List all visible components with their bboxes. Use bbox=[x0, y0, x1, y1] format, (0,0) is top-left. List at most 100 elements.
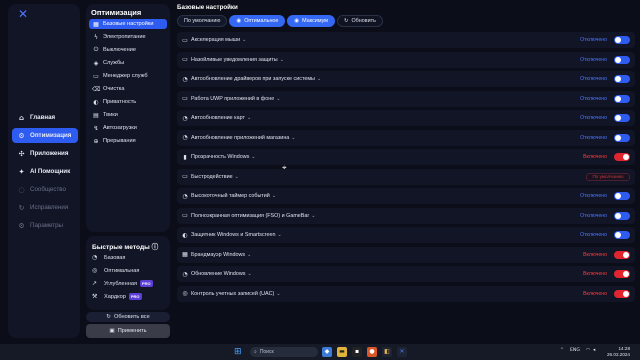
setting-label[interactable]: Полноэкранная оптимизация (FSO) и GameBa… bbox=[191, 213, 315, 219]
nav-item-apps[interactable]: ✣ Приложения bbox=[12, 146, 78, 161]
submenu-item-shutdown[interactable]: ⏻ Выключение bbox=[89, 45, 167, 55]
setting-toggle[interactable] bbox=[614, 231, 630, 239]
setting-row[interactable]: ◎ Контроль учетных записей (UAC) ⌄ Включено bbox=[177, 285, 635, 302]
nav-item-optimization[interactable]: ⚙ Оптимизация bbox=[12, 128, 78, 143]
clock[interactable]: 14:28 26.02.2024 bbox=[600, 346, 630, 358]
nav-item-home[interactable]: ⌂ Главная bbox=[12, 110, 78, 125]
setting-label[interactable]: Защитник Windows и Smartscreen ⌄ bbox=[191, 232, 282, 238]
setting-toggle[interactable] bbox=[614, 36, 630, 44]
setting-row[interactable]: ▭ Акселерация мыши ⌄ Отключено bbox=[177, 32, 635, 48]
nav-item-settings[interactable]: ⚙ Параметры bbox=[12, 218, 78, 233]
setting-toggle[interactable] bbox=[614, 153, 630, 161]
taskbar-app-icon[interactable]: ◆ bbox=[322, 347, 332, 357]
chevron-down-icon[interactable]: ⌄ bbox=[317, 76, 321, 82]
setting-toggle[interactable] bbox=[614, 192, 630, 200]
setting-label[interactable]: Контроль учетных записей (UAC) ⌄ bbox=[191, 291, 281, 297]
quick-method-basic[interactable]: ◔ Базовая bbox=[92, 253, 125, 262]
setting-row[interactable]: ◔ Обновление Windows ⌄ Включено bbox=[177, 266, 635, 282]
submenu-item-service-manager[interactable]: ▭ Менеджер служб bbox=[89, 71, 167, 81]
setting-label[interactable]: Работа UWP приложений в фоне ⌄ bbox=[191, 96, 280, 102]
wifi-icon[interactable]: ◠ bbox=[586, 348, 590, 353]
submenu-item-cleanup[interactable]: ⌫ Очистка bbox=[89, 84, 167, 94]
nav-item-label: Оптимизация bbox=[30, 132, 72, 139]
nav-item-ai-assistant[interactable]: ✦ AI Помощник bbox=[12, 164, 78, 179]
quick-method-hardcore[interactable]: ⚒ Хардкор PRO bbox=[92, 292, 142, 301]
chevron-down-icon[interactable]: ⌄ bbox=[272, 193, 276, 199]
submenu-item-startup[interactable]: ↯ Автозагрузки bbox=[89, 123, 167, 133]
folder-icon[interactable]: ▬ bbox=[337, 347, 347, 357]
tray-chevron-icon[interactable]: ⌃ bbox=[560, 348, 564, 353]
setting-toggle[interactable] bbox=[614, 133, 630, 142]
nav-item-community[interactable]: ◌ Сообщество bbox=[12, 182, 78, 197]
chevron-down-icon[interactable]: ⌄ bbox=[291, 135, 295, 141]
nav-item-fixes[interactable]: ↻ Исправления bbox=[12, 200, 78, 215]
chevron-down-icon[interactable]: ⌄ bbox=[277, 232, 281, 238]
setting-row[interactable]: ◔ Автообновление карт ⌄ Отключено bbox=[177, 110, 635, 126]
setting-toggle[interactable] bbox=[614, 250, 630, 259]
preset-default-button[interactable]: По умолчанию bbox=[177, 15, 228, 27]
setting-row[interactable]: ▭ Быстродействие ⌄ По умолчанию bbox=[177, 168, 635, 185]
chevron-down-icon[interactable]: ⌄ bbox=[276, 291, 280, 297]
setting-label[interactable]: Высокоточный таймер событий ⌄ bbox=[191, 193, 276, 199]
preset-maximum-button[interactable]: ◉ Максимум bbox=[287, 15, 335, 27]
preset-optimal-button[interactable]: ◉ Оптимальное bbox=[229, 15, 286, 27]
chevron-down-icon[interactable]: ⌄ bbox=[251, 154, 255, 160]
submenu-item-privacy[interactable]: ◐ Приватность bbox=[89, 97, 167, 107]
submenu-item-tweaks[interactable]: ▤ Твики bbox=[89, 110, 167, 120]
setting-toggle[interactable] bbox=[614, 211, 630, 220]
chevron-down-icon[interactable]: ⌄ bbox=[242, 37, 246, 43]
setting-row[interactable]: ▭ Работа UWP приложений в фоне ⌄ Отключено bbox=[177, 90, 635, 107]
setting-row[interactable]: ◔ Автообновление приложений магазина ⌄ Откл… bbox=[177, 129, 635, 146]
info-icon[interactable]: ⓘ bbox=[152, 243, 159, 251]
chevron-down-icon[interactable]: ⌄ bbox=[311, 213, 315, 219]
setting-label[interactable]: Быстродействие ⌄ bbox=[191, 174, 239, 180]
windows-start-icon[interactable]: ⊞ bbox=[234, 347, 244, 357]
optimizer-app-icon[interactable]: ✕ bbox=[397, 347, 407, 357]
setting-label[interactable]: Акселерация мыши ⌄ bbox=[191, 37, 246, 43]
setting-toggle[interactable] bbox=[614, 114, 630, 122]
setting-label[interactable]: Автообновление карт ⌄ bbox=[191, 115, 251, 121]
setting-row[interactable]: ▮ Прозрачность Windows ⌄ Включено bbox=[177, 149, 635, 165]
setting-row[interactable]: ◔ Автообновление драйверов при запуске си… bbox=[177, 71, 635, 87]
toggle-knob bbox=[623, 271, 629, 277]
setting-label[interactable]: Брандмауэр Windows ⌄ bbox=[191, 252, 251, 258]
setting-toggle[interactable] bbox=[614, 94, 630, 103]
app-icon[interactable]: ◧ bbox=[382, 347, 392, 357]
volume-icon[interactable]: ◂ bbox=[593, 348, 595, 353]
app-icon[interactable]: ▪ bbox=[352, 347, 362, 357]
setting-toggle[interactable] bbox=[614, 270, 630, 278]
setting-toggle[interactable] bbox=[614, 289, 630, 298]
setting-label[interactable]: Прозрачность Windows ⌄ bbox=[191, 154, 255, 160]
chevron-down-icon[interactable]: ⌄ bbox=[280, 57, 284, 63]
submenu-item-services[interactable]: ◈ Службы bbox=[89, 58, 167, 68]
chevron-down-icon[interactable]: ⌄ bbox=[248, 271, 252, 277]
setting-toggle[interactable] bbox=[614, 55, 630, 64]
apply-button[interactable]: ▣ Применить bbox=[86, 324, 170, 338]
submenu-item-basic-settings[interactable]: ▦ Базовые настройки bbox=[89, 19, 167, 29]
setting-label[interactable]: Назойливые уведомления защиты ⌄ bbox=[191, 57, 284, 63]
taskbar-search[interactable]: ⌕ Поиск bbox=[250, 347, 318, 357]
chevron-down-icon[interactable]: ⌄ bbox=[276, 96, 280, 102]
quick-method-optimal[interactable]: ◎ Оптимальная bbox=[92, 266, 139, 275]
language-indicator[interactable]: ENG bbox=[570, 348, 580, 353]
setting-label[interactable]: Автообновление приложений магазина ⌄ bbox=[191, 135, 296, 141]
chevron-down-icon[interactable]: ⌄ bbox=[235, 174, 239, 180]
chevron-down-icon[interactable]: ⌄ bbox=[247, 252, 251, 258]
setting-row[interactable]: ◔ Высокоточный таймер событий ⌄ Отключено bbox=[177, 188, 635, 204]
setting-row[interactable]: ▭ Назойливые уведомления защиты ⌄ Отключено bbox=[177, 51, 635, 68]
setting-label[interactable]: Автообновление драйверов при запуске сис… bbox=[191, 76, 321, 82]
submenu-item-interrupts[interactable]: ⊕ Прерывания bbox=[89, 136, 167, 146]
left-nav: ✕ ⌂ Главная ⚙ Оптимизация ✣ Приложения ✦… bbox=[8, 4, 80, 338]
submenu-item-power[interactable]: ϟ Электропитание bbox=[89, 32, 167, 42]
app-icon[interactable]: ● bbox=[367, 347, 377, 357]
chevron-down-icon[interactable]: ⌄ bbox=[247, 115, 251, 121]
performance-dropdown[interactable]: По умолчанию bbox=[586, 172, 630, 181]
preset-refresh-button[interactable]: ↻ Обновить bbox=[336, 15, 383, 27]
setting-row[interactable]: ▦ Брандмауэр Windows ⌄ Включено bbox=[177, 246, 635, 263]
setting-row[interactable]: ◐ Защитник Windows и Smartscreen ⌄ Отключен… bbox=[177, 227, 635, 243]
refresh-all-button[interactable]: ↻ Обновить все bbox=[86, 312, 170, 322]
setting-toggle[interactable] bbox=[614, 75, 630, 83]
setting-row[interactable]: ▭ Полноэкранная оптимизация (FSO) и GameB… bbox=[177, 207, 635, 224]
setting-label[interactable]: Обновление Windows ⌄ bbox=[191, 271, 252, 277]
quick-method-deep[interactable]: ↗ Углубленная PRO bbox=[92, 279, 153, 288]
